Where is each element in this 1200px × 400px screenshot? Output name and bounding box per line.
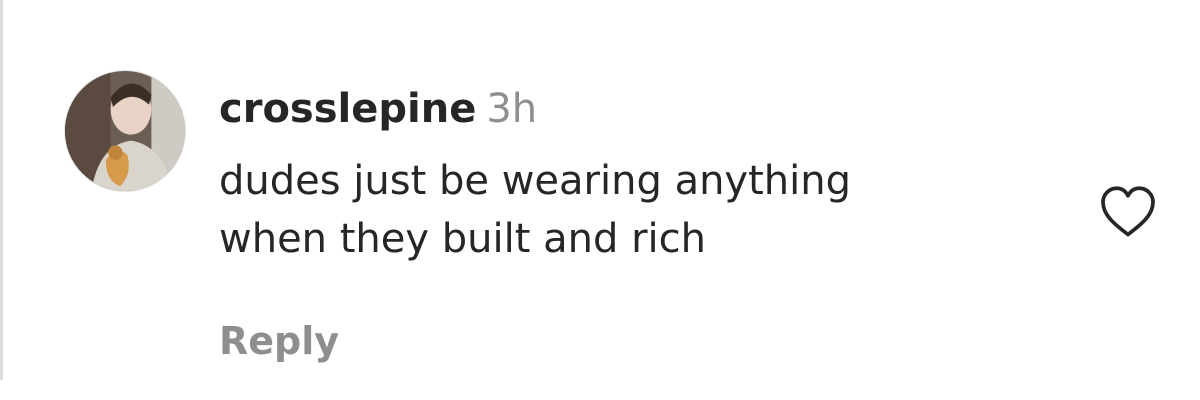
comment-text-line: dudes just be wearing anything xyxy=(219,158,851,204)
heart-outline-icon xyxy=(1101,186,1155,237)
like-button[interactable] xyxy=(1098,184,1158,240)
comment-text-line: when they built and rich xyxy=(219,216,707,262)
comment-text: dudes just be wearing anything when they… xyxy=(219,152,1039,268)
comment-header: crosslepine 3h xyxy=(219,84,537,134)
avatar[interactable] xyxy=(64,70,186,192)
username-link[interactable]: crosslepine xyxy=(219,86,476,132)
reply-button[interactable]: Reply xyxy=(219,316,339,366)
comment-item: crosslepine 3h dudes just be wearing anyt… xyxy=(0,0,1200,400)
comment-timestamp[interactable]: 3h xyxy=(486,86,537,132)
avatar-image xyxy=(65,71,185,191)
